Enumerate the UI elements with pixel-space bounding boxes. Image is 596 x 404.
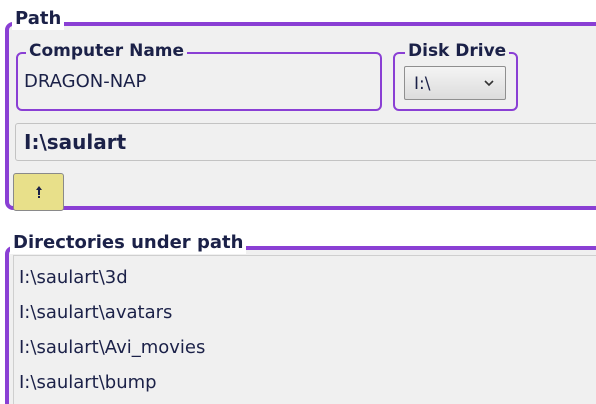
computer-name-value: DRAGON-NAP (24, 71, 147, 92)
disk-drive-selected-value: I:\ (414, 74, 431, 94)
directories-list[interactable]: I:\saulart\3d I:\saulart\avatars I:\saul… (13, 255, 596, 404)
chevron-down-icon (484, 80, 494, 87)
directories-group-title: Directories under path (10, 232, 247, 254)
up-arrow-icon (36, 186, 42, 198)
current-path-field[interactable]: I:\saulart (15, 123, 596, 161)
disk-drive-title: Disk Drive (405, 40, 510, 62)
current-path-value: I:\saulart (24, 130, 127, 154)
directory-list-item[interactable]: I:\saulart\bump (19, 370, 157, 396)
directory-list-item[interactable]: I:\saulart\avatars (19, 300, 172, 326)
directory-list-item[interactable]: I:\saulart\Avi_movies (19, 335, 205, 361)
directory-list-item[interactable]: I:\saulart\3d (19, 265, 128, 291)
up-directory-button[interactable] (13, 173, 64, 211)
path-group-title: Path (12, 8, 65, 30)
directory-browser-window: Path Computer Name DRAGON-NAP Disk Drive… (0, 0, 596, 404)
computer-name-title: Computer Name (26, 40, 188, 62)
disk-drive-select[interactable]: I:\ (404, 66, 506, 100)
